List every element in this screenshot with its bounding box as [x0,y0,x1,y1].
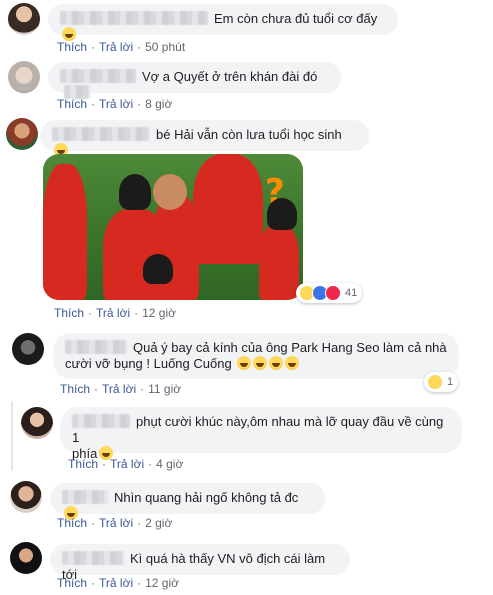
haha-emoji-icon [62,27,76,41]
comment-bubble: phụt cười khúc này,ôm nhau mà lỡ quay đầ… [60,407,462,461]
player-head [267,198,297,230]
timestamp[interactable]: 2 giờ [145,516,172,530]
comment-bubble: Kì quá hà thấy VN vô địch cái làm tới [50,544,350,582]
comment-photo[interactable]: ? [43,154,303,300]
timestamp[interactable]: 12 giờ [145,576,179,590]
reply-link[interactable]: Trả lời [102,382,136,396]
comment-text-line2: cười vỡ bụng ! Luống Cuống [65,356,232,371]
commenter-name-blurred[interactable] [60,69,136,83]
avatar[interactable] [8,3,40,35]
comment-bubble: Vợ a Quyết ở trên khán đài đó [48,62,341,99]
comment-text: Em còn chưa đủ tuổi cơ đấy [214,11,378,26]
player-head [143,254,173,284]
comment-actions: Thích · Trả lời · 12 giờ [57,576,179,590]
love-reaction-icon [325,285,341,301]
reply-link[interactable]: Trả lời [96,306,130,320]
comment-text: Vợ a Quyết ở trên khán đài đó [142,69,318,84]
like-link[interactable]: Thích [68,457,98,471]
comment-bubble: bé Hải vẫn còn lưa tuổi học sinh [40,120,369,157]
avatar[interactable] [12,333,44,365]
haha-emoji-icon [253,356,268,370]
player-figure [43,164,87,300]
haha-emoji-icon [285,356,300,370]
commenter-name-blurred[interactable] [52,127,150,141]
comment-text-line1: Quả ý bay cả kính của ông Park Hang Seo … [133,340,447,355]
commenter-name-blurred[interactable] [60,11,208,25]
avatar[interactable] [10,542,42,574]
comment-bubble: Em còn chưa đủ tuổi cơ đấy [48,4,398,41]
avatar[interactable] [6,118,38,150]
commenter-name-blurred[interactable] [62,551,124,565]
reply-thread-line [11,401,13,471]
reply-link[interactable]: Trả lời [99,576,133,590]
comment-bubble: Quả ý bay cả kính của ông Park Hang Seo … [53,333,459,379]
avatar[interactable] [8,61,40,93]
reaction-count: 1 [447,376,454,388]
comment-actions: Thích · Trả lời · 2 giờ [57,516,173,530]
reply-link[interactable]: Trả lời [99,97,133,111]
like-link[interactable]: Thích [57,40,87,54]
like-link[interactable]: Thích [57,576,87,590]
comment-text: bé Hải vẫn còn lưa tuổi học sinh [156,127,342,142]
player-figure [193,154,263,264]
like-link[interactable]: Thích [57,97,87,111]
avatar[interactable] [21,407,53,439]
commenter-name-blurred[interactable] [72,414,130,428]
player-head [119,174,151,210]
reaction-summary[interactable]: 1 [424,372,459,392]
reply-link[interactable]: Trả lời [99,516,133,530]
timestamp[interactable]: 12 giờ [142,306,176,320]
reply-link[interactable]: Trả lời [110,457,144,471]
reaction-count: 41 [345,287,358,299]
commenter-name-blurred[interactable] [62,490,108,504]
haha-emoji-icon [237,356,252,370]
timestamp[interactable]: 50 phút [145,40,185,54]
comment-actions: Thích · Trả lời · 50 phút [57,40,186,54]
timestamp[interactable]: 4 giờ [156,457,183,471]
timestamp[interactable]: 11 giờ [148,382,181,396]
comment-actions: Thích · Trả lời · 12 giờ [54,306,176,320]
like-link[interactable]: Thích [57,516,87,530]
like-link[interactable]: Thích [60,382,90,396]
timestamp[interactable]: 8 giờ [145,97,172,111]
comment-actions: Thích · Trả lời · 8 giờ [57,97,173,111]
comment-bubble: Nhìn quang hải ngố không tả đc [50,483,325,520]
reply-link[interactable]: Trả lời [99,40,133,54]
reaction-summary[interactable]: 41 [296,283,363,303]
comment-actions: Thích · Trả lời · 4 giờ [68,457,184,471]
player-figure [259,224,299,300]
coach-head [153,174,187,210]
commenter-name-blurred[interactable] [65,340,127,354]
comment-text: Nhìn quang hải ngố không tả đc [114,490,299,505]
like-link[interactable]: Thích [54,306,84,320]
avatar[interactable] [10,481,42,513]
haha-emoji-icon [269,356,284,370]
haha-reaction-icon [427,374,443,390]
comment-actions: Thích · Trả lời · 11 giờ [60,382,182,396]
